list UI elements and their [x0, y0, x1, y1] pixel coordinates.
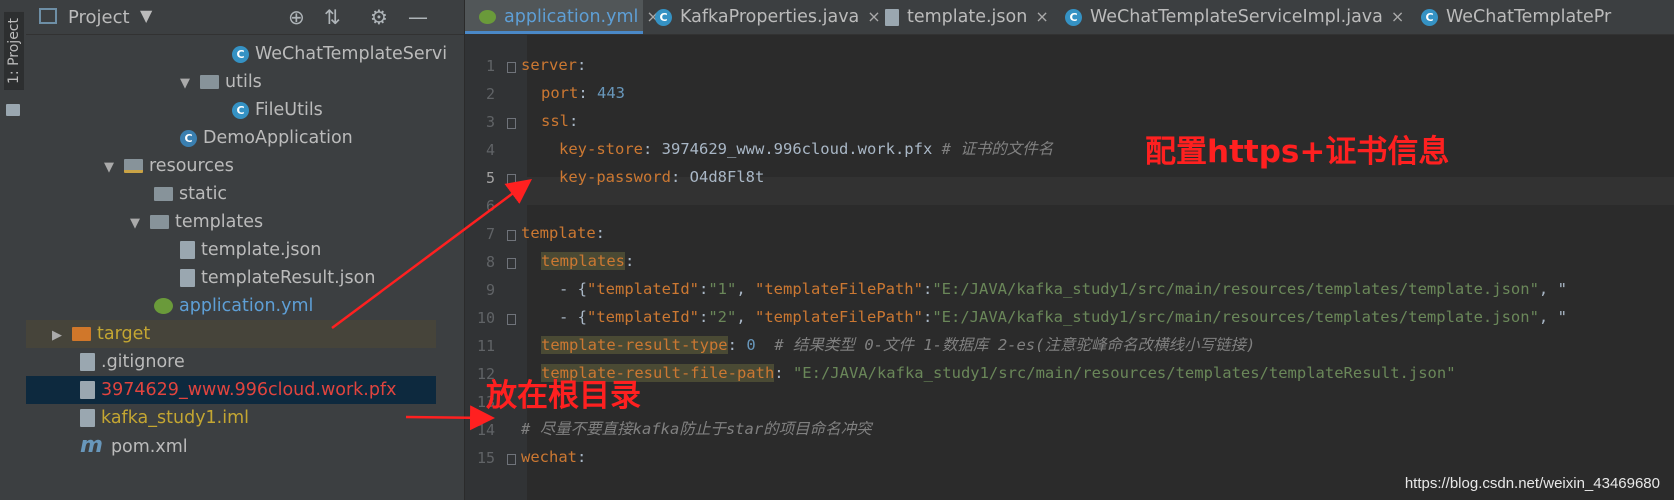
arrow-to-pfx-file: [405, 405, 495, 431]
watermark: https://blog.csdn.net/weixin_43469680: [1404, 475, 1660, 492]
arrow-to-ssl-config: [331, 179, 533, 330]
annotation-arrows: [331, 179, 533, 431]
